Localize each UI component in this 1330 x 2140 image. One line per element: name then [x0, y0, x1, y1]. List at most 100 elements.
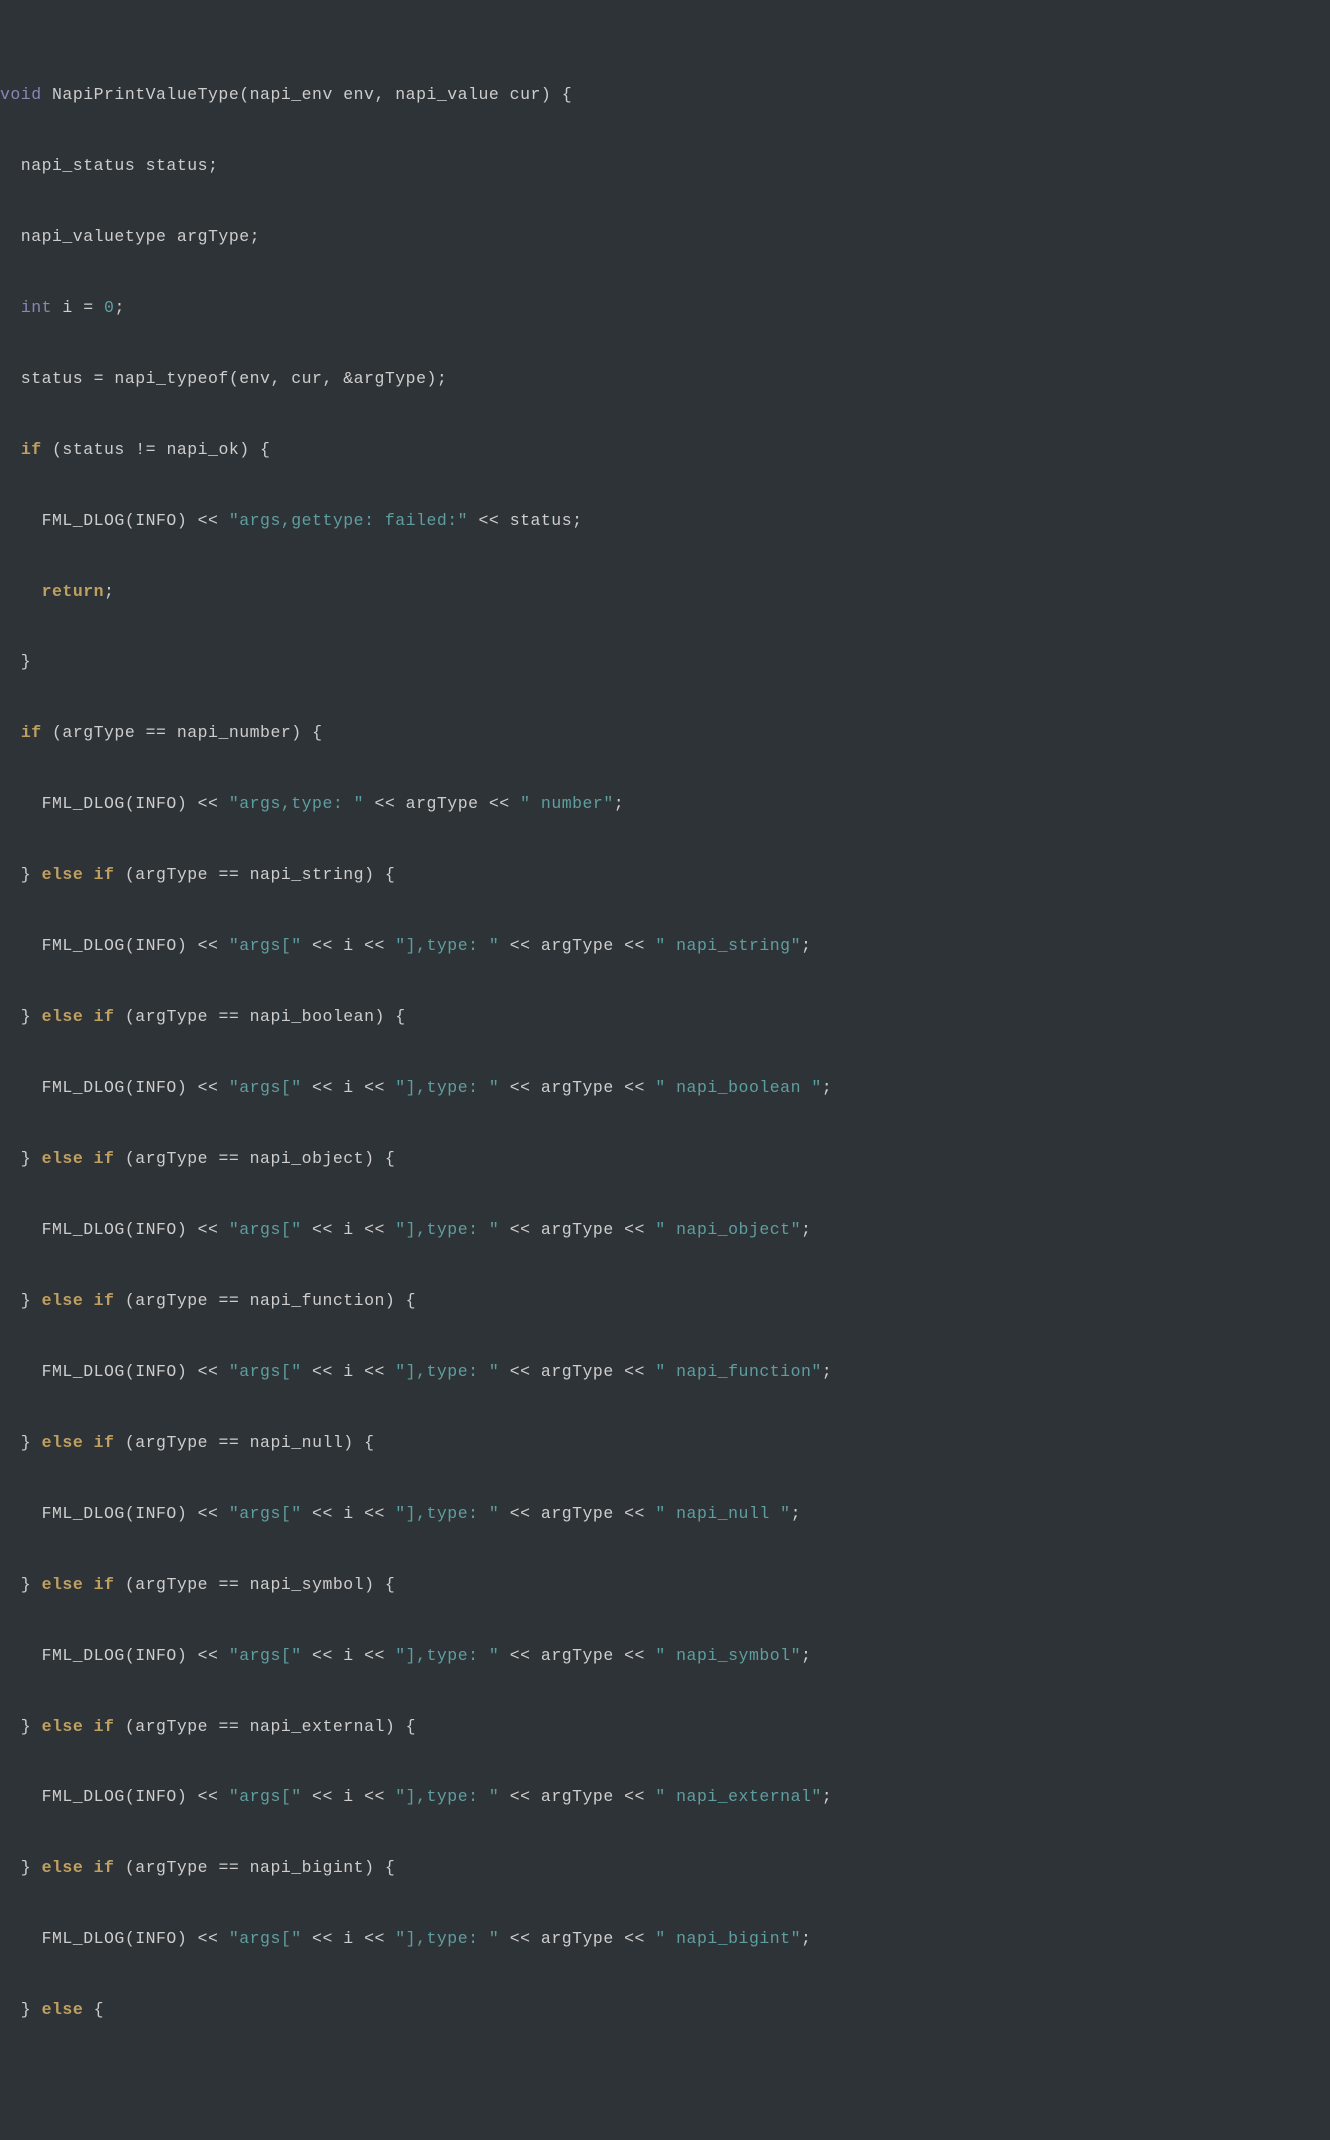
string-literal: " napi_boolean "	[655, 1078, 821, 1097]
code-line: } else if (argType == napi_null) {	[0, 1425, 1330, 1460]
string-literal: " napi_function"	[655, 1362, 821, 1381]
code-line: } else {	[0, 1992, 1330, 2027]
space	[83, 865, 93, 884]
string-literal: " napi_symbol"	[655, 1646, 801, 1665]
string-literal: "args["	[229, 1504, 302, 1523]
code-text: }	[0, 1717, 42, 1736]
keyword-if: if	[94, 865, 115, 884]
code-text: << argType <<	[499, 1220, 655, 1239]
code-text: (argType == napi_number) {	[42, 723, 323, 742]
string-literal: "args,gettype: failed:"	[229, 511, 468, 530]
code-text: FML_DLOG(INFO) <<	[0, 794, 229, 813]
string-literal: " number"	[520, 794, 614, 813]
code-text: FML_DLOG(INFO) <<	[0, 1504, 229, 1523]
code-text: (argType == napi_boolean) {	[114, 1007, 405, 1026]
code-text: << status;	[468, 511, 582, 530]
string-literal: "args["	[229, 1220, 302, 1239]
keyword-if: if	[21, 723, 42, 742]
string-literal: "],type: "	[395, 1078, 499, 1097]
code-text: ;	[822, 1078, 832, 1097]
string-literal: "],type: "	[395, 1504, 499, 1523]
keyword-if: if	[94, 1149, 115, 1168]
keyword-if: if	[94, 1291, 115, 1310]
keyword-return: return	[42, 582, 104, 601]
code-text: }	[0, 1575, 42, 1594]
keyword-else: else	[42, 1007, 84, 1026]
keyword-type: void	[0, 85, 42, 104]
code-line: status = napi_typeof(env, cur, &argType)…	[0, 361, 1330, 396]
code-text: (argType == napi_bigint) {	[114, 1858, 395, 1877]
code-text: << argType <<	[499, 1078, 655, 1097]
code-text: << argType <<	[499, 1362, 655, 1381]
keyword-else: else	[42, 1575, 84, 1594]
code-line: } else if (argType == napi_boolean) {	[0, 999, 1330, 1034]
code-text: }	[0, 652, 31, 671]
code-text: NapiPrintValueType(napi_env env, napi_va…	[42, 85, 572, 104]
code-line: } else if (argType == napi_object) {	[0, 1141, 1330, 1176]
string-literal: "],type: "	[395, 1787, 499, 1806]
code-text: napi_status status;	[0, 156, 218, 175]
indent	[0, 440, 21, 459]
space	[83, 1007, 93, 1026]
code-text: ;	[104, 582, 114, 601]
string-literal: " napi_object"	[655, 1220, 801, 1239]
code-text: napi_valuetype argType;	[0, 227, 260, 246]
code-text: }	[0, 1007, 42, 1026]
code-text: ;	[114, 298, 124, 317]
code-line: FML_DLOG(INFO) << "args[" << i << "],typ…	[0, 1496, 1330, 1531]
code-line: FML_DLOG(INFO) << "args,gettype: failed:…	[0, 503, 1330, 538]
string-literal: " napi_null "	[655, 1504, 790, 1523]
string-literal: "args["	[229, 936, 302, 955]
code-line: int i = 0;	[0, 290, 1330, 325]
code-line: void NapiPrintValueType(napi_env env, na…	[0, 77, 1330, 112]
code-text: FML_DLOG(INFO) <<	[0, 1929, 229, 1948]
code-line: napi_valuetype argType;	[0, 219, 1330, 254]
keyword-if: if	[94, 1433, 115, 1452]
code-text: ;	[822, 1362, 832, 1381]
code-line: } else if (argType == napi_symbol) {	[0, 1567, 1330, 1602]
code-text: }	[0, 1149, 42, 1168]
keyword-else: else	[42, 1149, 84, 1168]
indent	[0, 582, 42, 601]
code-line: }	[0, 644, 1330, 679]
indent	[0, 298, 21, 317]
code-text: }	[0, 1291, 42, 1310]
string-literal: "args["	[229, 1787, 302, 1806]
code-text: FML_DLOG(INFO) <<	[0, 1362, 229, 1381]
code-line: } else if (argType == napi_external) {	[0, 1709, 1330, 1744]
keyword-else: else	[42, 1717, 84, 1736]
code-line: FML_DLOG(INFO) << "args[" << i << "],typ…	[0, 1212, 1330, 1247]
keyword-else: else	[42, 1291, 84, 1310]
string-literal: "args["	[229, 1646, 302, 1665]
code-text: << argType <<	[499, 1504, 655, 1523]
code-text: << i <<	[302, 1504, 396, 1523]
code-text: {	[83, 2000, 104, 2019]
code-text: << i <<	[302, 1220, 396, 1239]
string-literal: " napi_string"	[655, 936, 801, 955]
code-text: ;	[791, 1504, 801, 1523]
keyword-else: else	[42, 1858, 84, 1877]
code-line: FML_DLOG(INFO) << "args,type: " << argTy…	[0, 786, 1330, 821]
keyword-if: if	[94, 1007, 115, 1026]
code-text: << argType <<	[499, 1787, 655, 1806]
code-text: ;	[801, 1646, 811, 1665]
string-literal: "],type: "	[395, 1646, 499, 1665]
code-line: FML_DLOG(INFO) << "args[" << i << "],typ…	[0, 1921, 1330, 1956]
string-literal: " napi_bigint"	[655, 1929, 801, 1948]
code-line: FML_DLOG(INFO) << "args[" << i << "],typ…	[0, 1638, 1330, 1673]
code-text: << i <<	[302, 1787, 396, 1806]
code-text: FML_DLOG(INFO) <<	[0, 1220, 229, 1239]
code-text: FML_DLOG(INFO) <<	[0, 1078, 229, 1097]
code-text: << i <<	[302, 1078, 396, 1097]
string-literal: "args["	[229, 1362, 302, 1381]
indent	[0, 723, 21, 742]
string-literal: "args["	[229, 1929, 302, 1948]
code-text: ;	[614, 794, 624, 813]
keyword-else: else	[42, 1433, 84, 1452]
code-text: << i <<	[302, 1646, 396, 1665]
space	[83, 1291, 93, 1310]
string-literal: "args["	[229, 1078, 302, 1097]
space	[83, 1858, 93, 1877]
string-literal: "args,type: "	[229, 794, 364, 813]
code-text: (argType == napi_object) {	[114, 1149, 395, 1168]
